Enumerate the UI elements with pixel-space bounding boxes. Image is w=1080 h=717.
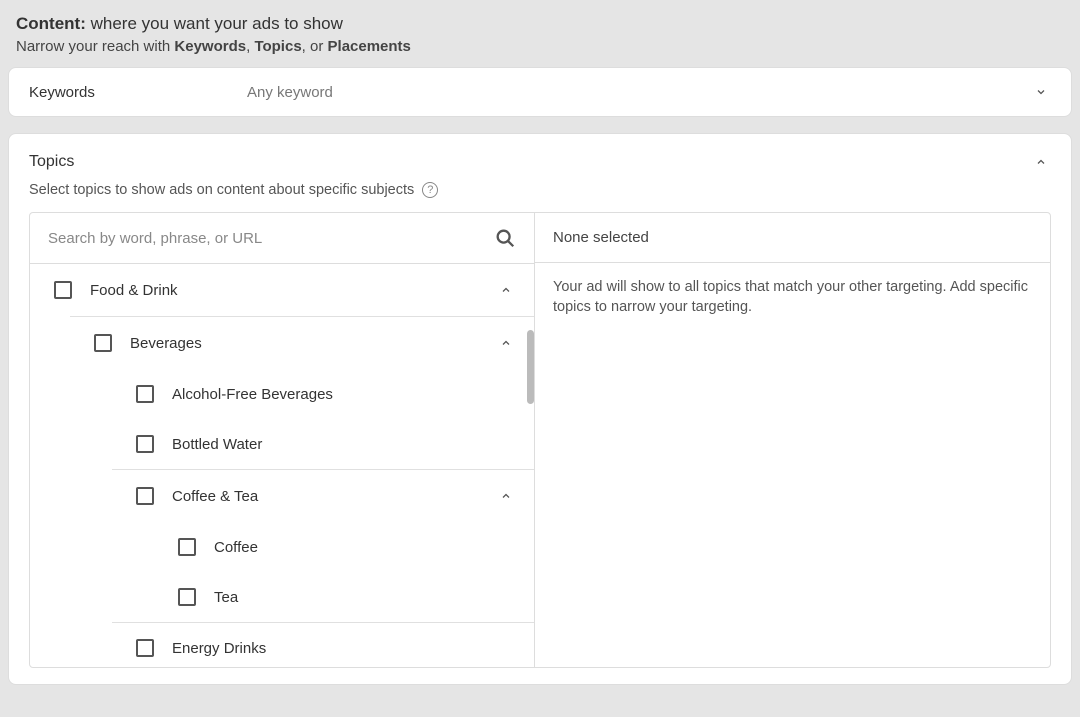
topics-subtitle-row: Select topics to show ads on content abo… (9, 182, 1071, 212)
tree-row-alcohol-free[interactable]: Alcohol-Free Beverages (30, 369, 534, 419)
label-coffee-tea: Coffee & Tea (172, 488, 496, 505)
topics-body: Food & Drink Beverages Alcohol-Free Beve… (29, 212, 1051, 668)
topics-header: Topics (9, 134, 1071, 182)
chevron-down-icon[interactable] (1031, 82, 1051, 102)
checkbox-alcohol-free[interactable] (136, 385, 154, 403)
checkbox-tea[interactable] (178, 588, 196, 606)
tree-row-bottled-water[interactable]: Bottled Water (30, 419, 534, 469)
content-header: Content: where you want your ads to show… (0, 0, 1080, 67)
search-icon[interactable] (494, 227, 516, 249)
checkbox-food-drink[interactable] (54, 281, 72, 299)
tree-row-tea[interactable]: Tea (30, 572, 534, 622)
label-coffee: Coffee (214, 539, 516, 556)
tree-row-beverages[interactable]: Beverages (30, 317, 534, 369)
tree-row-coffee-tea[interactable]: Coffee & Tea (30, 470, 534, 522)
topics-left-panel: Food & Drink Beverages Alcohol-Free Beve… (30, 213, 535, 667)
keywords-value: Any keyword (247, 84, 1031, 101)
tree-row-energy-drinks[interactable]: Energy Drinks (30, 623, 534, 667)
label-alcohol-free: Alcohol-Free Beverages (172, 386, 516, 403)
label-tea: Tea (214, 589, 516, 606)
label-energy-drinks: Energy Drinks (172, 640, 516, 657)
search-row (30, 213, 534, 264)
checkbox-coffee[interactable] (178, 538, 196, 556)
keywords-label: Keywords (29, 84, 247, 101)
checkbox-bottled-water[interactable] (136, 435, 154, 453)
selected-topics-header: None selected (535, 213, 1050, 263)
chevron-up-icon[interactable] (496, 280, 516, 300)
topics-subtitle: Select topics to show ads on content abo… (29, 182, 414, 198)
label-food-drink: Food & Drink (90, 282, 496, 299)
checkbox-energy-drinks[interactable] (136, 639, 154, 657)
chevron-up-icon[interactable] (1031, 152, 1051, 172)
search-input[interactable] (48, 230, 494, 247)
content-subtitle: Narrow your reach with Keywords, Topics,… (16, 38, 1064, 55)
label-bottled-water: Bottled Water (172, 436, 516, 453)
keywords-panel[interactable]: Keywords Any keyword (8, 67, 1072, 117)
selected-topics-info: Your ad will show to all topics that mat… (535, 263, 1050, 332)
content-title: Content: where you want your ads to show (16, 14, 1064, 34)
checkbox-coffee-tea[interactable] (136, 487, 154, 505)
topic-tree: Food & Drink Beverages Alcohol-Free Beve… (30, 264, 534, 667)
chevron-up-icon[interactable] (496, 486, 516, 506)
help-icon[interactable]: ? (422, 182, 438, 198)
content-title-bold: Content: (16, 14, 86, 33)
topics-panel: Topics Select topics to show ads on cont… (8, 133, 1072, 685)
topics-title: Topics (29, 153, 1031, 171)
topics-right-panel: None selected Your ad will show to all t… (535, 213, 1050, 667)
tree-row-food-drink[interactable]: Food & Drink (30, 264, 534, 316)
content-title-rest: where you want your ads to show (86, 14, 343, 33)
tree-row-coffee[interactable]: Coffee (30, 522, 534, 572)
checkbox-beverages[interactable] (94, 334, 112, 352)
chevron-up-icon[interactable] (496, 333, 516, 353)
label-beverages: Beverages (130, 335, 496, 352)
